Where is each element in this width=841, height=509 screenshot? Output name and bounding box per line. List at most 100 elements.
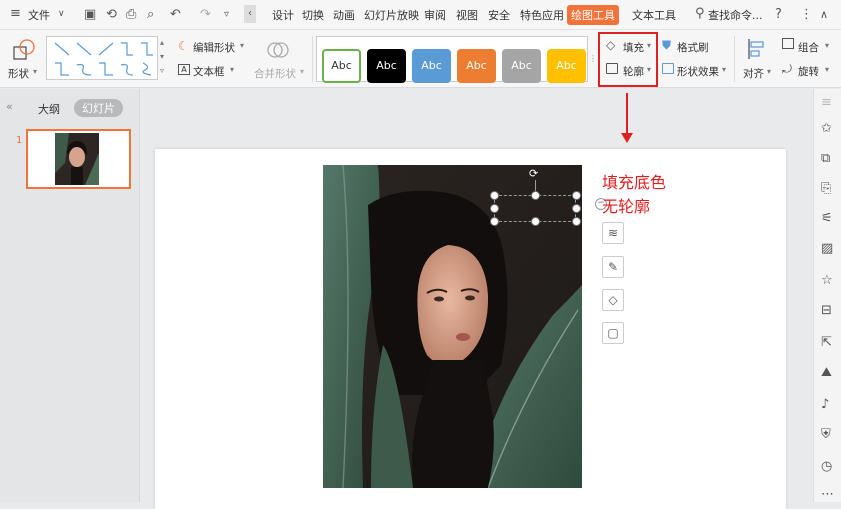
shape-effects-icon [662, 63, 674, 74]
customize-toolbar-icon[interactable]: ▿ [224, 9, 229, 20]
tab-animations[interactable]: 动画 [333, 7, 355, 23]
more-options-icon[interactable]: ⋮ [800, 7, 813, 22]
style-swatch-black[interactable]: Abc [367, 49, 406, 83]
fill-tool-icon[interactable]: ◇ [602, 289, 624, 311]
style-swatch-blue[interactable]: Abc [412, 49, 451, 83]
tab-view[interactable]: 视图 [456, 7, 478, 23]
resize-handle-middle-right[interactable] [572, 204, 581, 213]
command-search[interactable]: 查找命令... [708, 7, 763, 23]
file-menu[interactable]: 文件 [28, 7, 50, 23]
gallery-scroll-down-icon[interactable]: ▾ [160, 52, 164, 61]
style-swatch-gray[interactable]: Abc [502, 49, 541, 83]
resize-handle-bottom-center[interactable] [531, 217, 540, 226]
slide-thumbnail[interactable] [26, 129, 131, 189]
pen-tool-icon[interactable]: ✎ [602, 256, 624, 278]
edit-shape-button[interactable]: 编辑形状 [193, 40, 235, 55]
style-swatch-gold[interactable]: Abc [547, 49, 586, 83]
shape-gallery[interactable] [46, 36, 158, 80]
more-tools-icon[interactable]: ⋯ [821, 487, 834, 502]
resize-handle-bottom-right[interactable] [572, 217, 581, 226]
help-icon[interactable]: ? [775, 7, 782, 22]
shape-style-gallery: Abc Abc Abc Abc Abc Abc [316, 36, 588, 83]
resize-handle-top-center[interactable] [531, 191, 540, 200]
gallery-scroll-up-icon[interactable]: ▴ [160, 38, 164, 47]
merge-shapes-button[interactable]: 合并形状 [254, 66, 296, 81]
chevron-down-icon[interactable]: ▾ [230, 65, 234, 74]
tab-transitions[interactable]: 切换 [302, 7, 324, 23]
tab-text-tools[interactable]: 文本工具 [632, 7, 676, 23]
history-icon[interactable]: ◷ [821, 459, 832, 474]
group-button[interactable]: 组合 [798, 40, 819, 55]
outline-button[interactable]: 轮廓 [623, 64, 644, 79]
undo-history-icon[interactable]: ⟲ [106, 7, 117, 22]
image-gallery-icon[interactable]: ▨ [821, 241, 833, 256]
slide[interactable]: ⟳ − ≋ ✎ ◇ ▢ 填充底色 无轮廓 [155, 149, 786, 509]
save-icon[interactable]: ▣ [84, 7, 96, 22]
hamburger-menu-icon[interactable]: ≡ [10, 6, 21, 21]
collapse-ribbon-icon[interactable]: ∧ [820, 8, 828, 21]
tab-security[interactable]: 安全 [488, 7, 510, 23]
tab-special-apps[interactable]: 特色应用 [520, 7, 564, 23]
textbox-button[interactable]: 文本框 [193, 64, 225, 79]
chevron-down-icon[interactable]: ▾ [825, 65, 829, 74]
print-preview-icon[interactable]: ⌕ [147, 7, 154, 22]
rotate-handle-icon[interactable]: ⟳ [529, 167, 538, 180]
favorite-star-icon[interactable]: ☆ [821, 273, 833, 288]
resize-handle-middle-left[interactable] [490, 204, 499, 213]
resize-handle-bottom-left[interactable] [490, 217, 499, 226]
print-icon[interactable]: ⎙ [126, 7, 136, 22]
shape-effects-button[interactable]: 形状效果 [677, 64, 719, 79]
undo-icon[interactable]: ↶ [170, 7, 181, 22]
scroll-left-icon[interactable]: ‹ [244, 5, 256, 23]
chevron-down-icon: ▾ [300, 67, 305, 76]
duplicate-icon[interactable]: ⎘ [821, 181, 831, 196]
tab-slides[interactable]: 幻灯片 [74, 99, 123, 117]
divider [734, 36, 735, 82]
align-button[interactable]: 对齐 [743, 66, 764, 81]
format-painter-button[interactable]: 格式刷 [677, 40, 709, 55]
chevron-down-icon[interactable]: ∨ [58, 9, 65, 19]
search-icon[interactable]: ⚲ [695, 6, 705, 21]
fill-button[interactable]: 填充 [623, 40, 644, 55]
chevron-down-icon[interactable]: ▾ [647, 41, 651, 50]
tab-slideshow[interactable]: 幻灯片放映 [364, 7, 419, 23]
tab-drawing-tools[interactable]: 绘图工具 [567, 5, 619, 25]
chevron-down-icon[interactable]: ▾ [767, 67, 771, 76]
collapse-panel-icon[interactable]: « [6, 100, 13, 113]
thumbnail-image [55, 133, 99, 185]
edit-shape-icon: ☾ [178, 39, 189, 53]
style-gallery-expand-icon[interactable]: ⋮ [589, 54, 597, 63]
chevron-down-icon[interactable]: ▾ [722, 65, 726, 74]
outline-tool-icon[interactable]: ▢ [602, 322, 624, 344]
archive-box-icon[interactable]: ⊟ [821, 303, 832, 318]
chevron-down-icon[interactable]: ▾ [647, 65, 651, 74]
annotation-no-outline: 无轮廓 [602, 197, 651, 216]
share-icon[interactable]: ⇱ [821, 335, 832, 350]
resize-handle-top-right[interactable] [572, 191, 581, 200]
layers-tool-icon[interactable]: ≋ [602, 222, 624, 244]
redo-icon[interactable]: ↷ [200, 7, 211, 22]
resize-handle-top-left[interactable] [490, 191, 499, 200]
chevron-down-icon[interactable]: ▾ [33, 67, 37, 76]
shape-button[interactable]: 形状 [8, 66, 29, 81]
tab-design[interactable]: 设计 [272, 7, 294, 23]
align-icon [746, 38, 766, 60]
paint-bucket-icon: ◇ [606, 38, 616, 52]
style-swatch-white[interactable]: Abc [322, 49, 361, 83]
outline-pen-icon [606, 63, 618, 74]
object-properties-icon[interactable]: ✩ [821, 121, 832, 136]
picture-icon[interactable]: ⛰ [821, 365, 832, 380]
audio-icon[interactable]: ♪ [821, 397, 829, 412]
style-swatch-orange[interactable]: Abc [457, 49, 496, 83]
settings-sliders-icon[interactable]: ⚟ [821, 211, 833, 226]
shape-insert-icon[interactable] [12, 38, 36, 62]
tab-outline[interactable]: 大纲 [38, 101, 60, 117]
chevron-down-icon[interactable]: ▾ [240, 41, 244, 50]
shape-icon[interactable]: ⧉ [821, 151, 830, 166]
rotate-button[interactable]: 旋转 [798, 64, 819, 79]
shield-icon[interactable]: ⛨ [821, 427, 831, 442]
divider [312, 36, 313, 82]
chevron-down-icon[interactable]: ▾ [825, 41, 829, 50]
tab-review[interactable]: 审阅 [424, 7, 446, 23]
gallery-expand-icon[interactable]: ▿ [160, 66, 164, 75]
